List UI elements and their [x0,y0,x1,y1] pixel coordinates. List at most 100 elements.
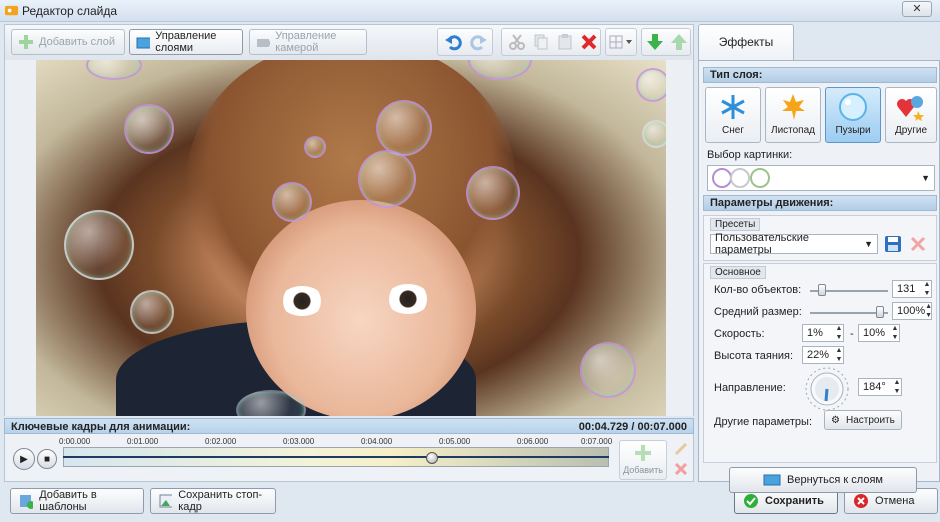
count-value: 131 [897,283,916,295]
bubble [468,60,532,80]
toolbar: Добавить слой Управление слоями Управлен… [4,24,694,60]
speed-to-input[interactable]: 10% ▲ ▼ [858,324,900,342]
cancel-label: Отмена [875,495,915,507]
type-bubbles-button[interactable]: Пузыри [825,87,881,143]
play-icon: ▶ [20,453,28,465]
template-add-icon [20,495,34,509]
image-icon [159,494,173,508]
timeline-line [63,456,609,458]
cut-icon[interactable] [505,29,529,55]
type-leaves-label: Листопад [771,125,815,136]
melt-height-input[interactable]: 22% ▲ ▼ [802,346,844,364]
bubble [304,136,326,158]
direction-input[interactable]: 184° ▲ ▼ [858,378,902,396]
edit-keyframe-icon[interactable] [671,440,691,458]
preset-value: Пользовательские параметры [715,232,809,256]
slide-preview[interactable] [36,60,666,416]
back-to-layers-button[interactable]: Вернуться к слоям [729,467,917,493]
type-snow-label: Снег [722,125,744,136]
bubble [358,150,416,208]
size-slider-knob[interactable] [876,306,884,318]
picture-choice-label: Выбор картинки: [707,149,793,161]
count-slider-knob[interactable] [818,284,826,296]
size-label: Средний размер: [714,306,802,318]
bubble [642,120,666,148]
timeline-tick-label: 0:05.000 [439,437,471,446]
speed-to-value: 10% [863,327,886,339]
right-eye [386,284,430,314]
add-keyframe-button[interactable]: Добавить [619,440,667,480]
delete-keyframe-icon[interactable] [671,460,691,478]
move-down-icon[interactable] [643,29,667,55]
bubble [272,182,312,222]
size-input[interactable]: 100% ▲ ▼ [892,302,932,320]
presets-label: Пресеты [710,218,761,231]
type-other-label: Другие [894,125,928,136]
spin-arrows-icon[interactable]: ▲ ▼ [835,324,843,342]
grid-icon[interactable] [607,29,635,55]
timeline-panel: ▶ ■ 0:00.000 0:01.000 0:02.000 0:03.000 0:04… [4,434,694,482]
speed-from-input[interactable]: 1% ▲ ▼ [802,324,844,342]
basic-group: Основное Кол-во объектов: 131 ▲ ▼ Средний … [703,263,937,463]
timeline-tick-label: 0:01.000 [127,437,159,446]
redo-icon[interactable] [467,29,491,55]
paste-icon[interactable] [553,29,577,55]
add-to-templates-button[interactable]: Добавить в шаблоны [10,488,144,514]
timeline-playhead[interactable] [425,452,438,464]
bubble [64,210,134,280]
effects-panel: Эффекты Тип слоя: Снег Листопад Пузыри Д… [698,24,940,493]
manage-layers-button[interactable]: Управление слоями [129,29,243,55]
keyframes-header: Ключевые кадры для анимации: 00:04.729 /… [4,418,694,434]
camera-icon [257,39,271,47]
other-params-label: Другие параметры: [714,416,813,428]
layers-icon [763,474,781,486]
delete-icon[interactable] [577,29,601,55]
chevron-down-icon: ▼ [864,239,873,249]
check-icon [744,494,758,508]
plus-icon [19,35,33,49]
close-button[interactable]: ✕ [902,1,932,17]
timeline-tick-label: 0:06.000 [517,437,549,446]
layers-icon [136,37,151,49]
app-icon [4,5,19,16]
save-preset-icon[interactable] [884,235,902,253]
configure-button[interactable]: ⚙ Настроить [824,410,902,430]
configure-label: Настроить [845,414,895,426]
spin-arrows-icon[interactable]: ▲ ▼ [925,302,932,320]
save-label: Сохранить [765,495,824,507]
type-other-button[interactable]: Другие [885,87,937,143]
count-input[interactable]: 131 ▲ ▼ [892,280,932,298]
play-button[interactable]: ▶ [13,448,35,470]
spin-arrows-icon[interactable]: ▲ ▼ [891,324,899,342]
spin-arrows-icon[interactable]: ▲ ▼ [893,378,901,396]
effects-panel-body: Тип слоя: Снег Листопад Пузыри Другие Вы… [698,60,940,493]
speed-label: Скорость: [714,328,765,340]
plus-icon [635,445,651,461]
preset-select[interactable]: Пользовательские параметры ▼ [710,232,878,256]
move-up-icon[interactable] [667,29,691,55]
type-leaves-button[interactable]: Листопад [765,87,821,143]
back-to-layers-label: Вернуться к слоям [787,474,883,486]
direction-dial[interactable] [804,366,850,412]
add-layer-button[interactable]: Добавить слой [11,29,125,55]
stop-button[interactable]: ■ [37,449,57,469]
melt-height-value: 22% [807,349,830,361]
direction-label: Направление: [714,382,786,394]
delete-preset-icon[interactable] [910,236,926,252]
manage-camera-button[interactable]: Управление камерой [249,29,367,55]
copy-icon[interactable] [529,29,553,55]
spin-arrows-icon[interactable]: ▲ ▼ [923,280,931,298]
motion-params-header: Параметры движения: [703,195,937,211]
undo-icon[interactable] [441,29,465,55]
save-frame-button[interactable]: Сохранить стоп-кадр [150,488,276,514]
timeline-tick-label: 0:02.000 [205,437,237,446]
basic-label: Основное [710,266,766,279]
bubble-thumbnails-icon [712,168,770,188]
direction-value: 184° [863,381,886,393]
tab-effects[interactable]: Эффекты [698,24,794,60]
spin-arrows-icon[interactable]: ▲ ▼ [835,346,843,364]
picture-select[interactable]: ▼ [707,165,935,191]
timeline-tick-label: 0:04.000 [361,437,393,446]
type-snow-button[interactable]: Снег [705,87,761,143]
speed-from-value: 1% [807,327,823,339]
